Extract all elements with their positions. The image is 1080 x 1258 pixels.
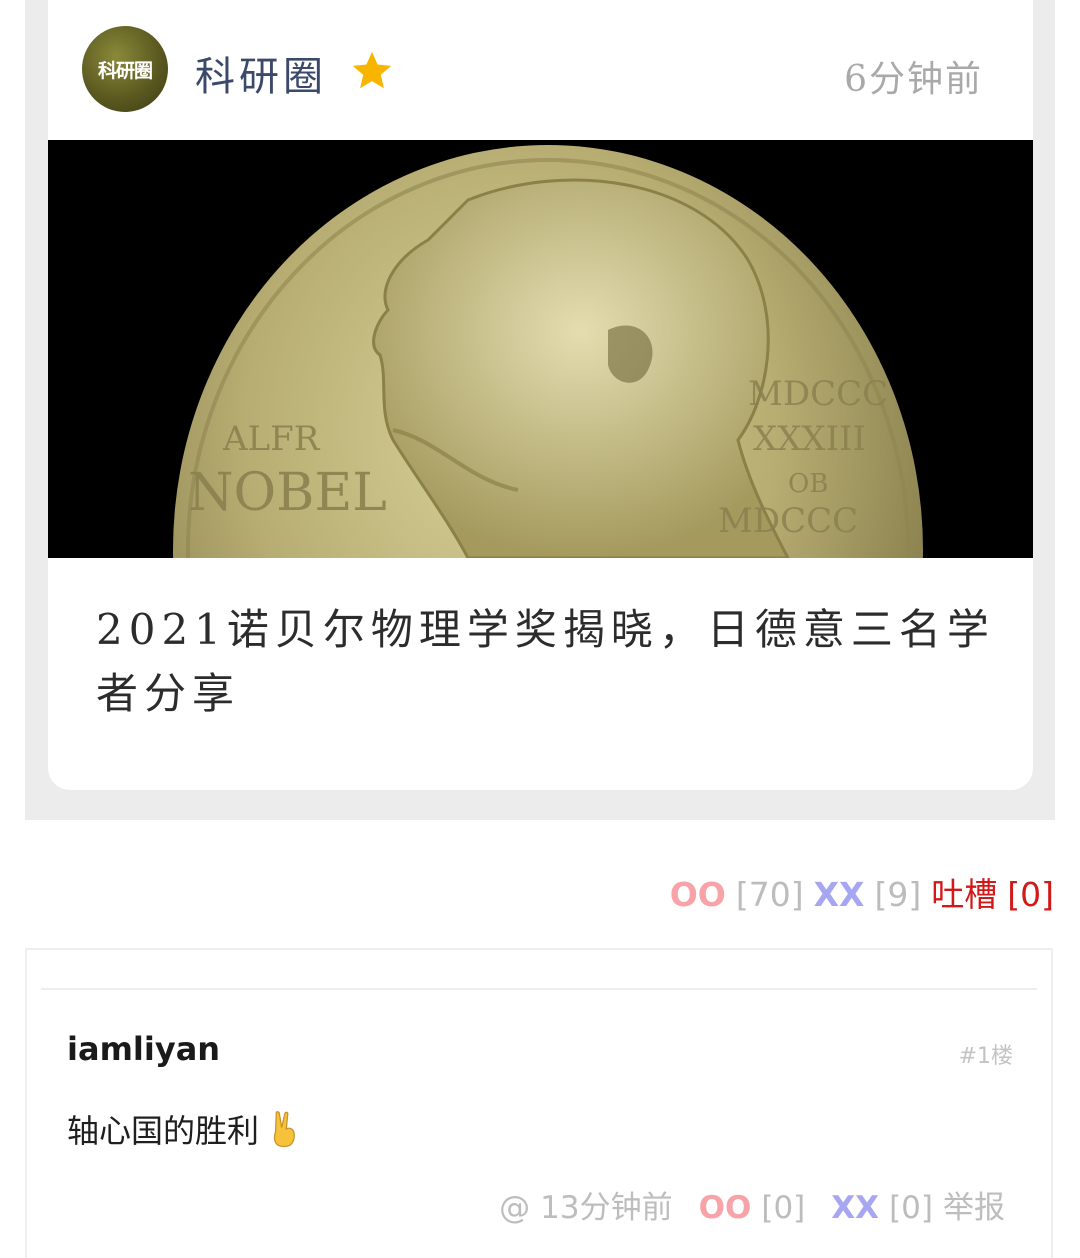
embedded-post-card[interactable]: 科研圈 科研圈 6分钟前 ALFR NOBEL MDCCC XXXIII OB … [48,0,1033,790]
svg-text:MDCCC: MDCCC [718,501,858,541]
comment-oo-button[interactable]: OO [699,1190,752,1226]
comment-text: 轴心国的胜利 [67,1106,303,1152]
comment-xx-button[interactable]: XX [831,1190,879,1226]
post-xx-count: [9] [874,875,922,914]
comment-divider [41,988,1037,990]
victory-hand-icon [273,1111,295,1148]
nobel-medal-image: ALFR NOBEL MDCCC XXXIII OB MDCCC [48,140,1033,558]
article-title[interactable]: 2021诺贝尔物理学奖揭晓，日德意三名学者分享 [96,598,996,726]
comment-time: 13分钟前 [540,1190,673,1226]
post-xx-button[interactable]: XX [814,875,865,914]
comment-text-body: 轴心国的胜利 [67,1112,260,1150]
report-button[interactable]: 举报 [943,1182,1005,1227]
cover-image[interactable]: ALFR NOBEL MDCCC XXXIII OB MDCCC [48,140,1033,558]
embedded-post-frame: 科研圈 科研圈 6分钟前 ALFR NOBEL MDCCC XXXIII OB … [25,0,1055,820]
comment-floor-number: #1楼 [958,1044,1013,1069]
comment-author[interactable]: iamliyan [67,1030,220,1068]
comment-xx-count: [0] [889,1190,933,1226]
tucao-button[interactable]: 吐槽 [931,868,997,916]
source-name[interactable]: 科研圈 [195,44,327,102]
comment-meta: @ 13分钟前 OO [0] XX [0] 举报 [489,1182,1005,1227]
svg-text:MDCCC: MDCCC [748,374,888,414]
svg-text:XXXIII: XXXIII [753,419,866,459]
svg-text:NOBEL: NOBEL [188,463,387,523]
comment-list: iamliyan #1楼 轴心国的胜利 @ 13分钟前 OO [0] XX [0… [25,948,1053,1258]
source-avatar[interactable]: 科研圈 [82,26,168,112]
comment-reply-at[interactable]: @ [499,1190,530,1226]
post-vote-bar: OO [70] XX [9] 吐槽 [0] [660,868,1054,916]
post-oo-count: [70] [735,875,804,914]
svg-text:ALFR: ALFR [222,419,321,459]
embedded-post-header: 科研圈 科研圈 6分钟前 [48,0,1033,140]
comment-oo-count: [0] [761,1190,806,1226]
post-time: 6分钟前 [844,59,983,100]
tucao-count[interactable]: [0] [1007,875,1054,914]
svg-text:OB: OB [788,469,828,499]
star-icon [352,51,392,89]
post-oo-button[interactable]: OO [670,875,726,914]
